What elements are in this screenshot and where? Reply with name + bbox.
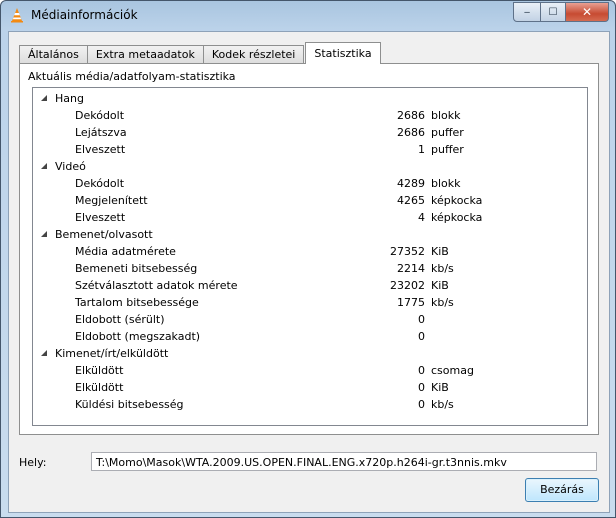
tree-group-label: Bemenet/olvasott: [55, 228, 153, 241]
tree-stat-row[interactable]: Dekódolt 2686 blokk: [33, 107, 587, 124]
stat-unit: blokk: [431, 109, 461, 122]
tree-group-row[interactable]: Hang: [33, 90, 587, 107]
close-window-button[interactable]: ✕: [566, 2, 609, 22]
stat-unit: képkocka: [431, 211, 483, 224]
title-bar[interactable]: Médiainformációk ‒ ☐ ✕: [1, 1, 615, 31]
stat-label: Szétválasztott adatok mérete: [75, 279, 238, 292]
stat-label: Dekódolt: [75, 109, 125, 122]
stat-label: Elküldött: [75, 381, 124, 394]
collapse-arrow-icon[interactable]: [41, 350, 47, 356]
stat-label: Dekódolt: [75, 177, 125, 190]
stat-value: 4: [418, 211, 425, 224]
maximize-button[interactable]: ☐: [541, 2, 566, 22]
media-info-window: Médiainformációk ‒ ☐ ✕ Általános Extra m…: [0, 0, 616, 518]
stat-value: 0: [418, 330, 425, 343]
stat-value: 1: [418, 143, 425, 156]
tree-group-row[interactable]: Videó: [33, 158, 587, 175]
stat-value: 2214: [397, 262, 425, 275]
tab-bar: Általános Extra metaadatok Kodek részlet…: [19, 42, 381, 64]
stat-label: Küldési bitsebesség: [75, 398, 184, 411]
close-icon: ✕: [581, 5, 593, 19]
stat-value: 0: [418, 381, 425, 394]
stat-unit: puffer: [431, 126, 464, 139]
statistics-heading: Aktuális média/adatfolyam-statisztika: [28, 70, 236, 83]
maximize-icon: ☐: [548, 6, 558, 18]
tree-stat-row[interactable]: Szétválasztott adatok mérete 23202 KiB: [33, 277, 587, 294]
tree-group-label: Hang: [55, 92, 84, 105]
stat-value: 23202: [390, 279, 425, 292]
vlc-cone-icon: [11, 8, 23, 23]
stat-unit: KiB: [431, 245, 449, 258]
tree-stat-row[interactable]: Média adatmérete 27352 KiB: [33, 243, 587, 260]
tree-group-label: Videó: [55, 160, 86, 173]
minimize-icon: ‒: [523, 6, 531, 18]
tab-general[interactable]: Általános: [19, 45, 88, 64]
tab-extra-metadata[interactable]: Extra metaadatok: [86, 45, 204, 64]
stat-value: 2686: [397, 126, 425, 139]
tree-stat-row[interactable]: Elveszett 1 puffer: [33, 141, 587, 158]
stat-value: 27352: [390, 245, 425, 258]
tree-group-label: Kimenet/írt/elküldött: [55, 347, 169, 360]
stat-label: Tartalom bitsebessége: [75, 296, 199, 309]
stat-label: Eldobott (megszakadt): [75, 330, 201, 343]
tree-stat-row[interactable]: Küldési bitsebesség 0 kb/s: [33, 396, 587, 413]
stat-unit: képkocka: [431, 194, 483, 207]
stat-unit: kb/s: [431, 398, 454, 411]
statistics-tree[interactable]: Hang Dekódolt 2686 blokk Lejátszva 2686 puffer…: [32, 87, 588, 426]
stat-value: 4265: [397, 194, 425, 207]
stat-unit: KiB: [431, 279, 449, 292]
tree-group-row[interactable]: Kimenet/írt/elküldött: [33, 345, 587, 362]
stat-unit: puffer: [431, 143, 464, 156]
tab-statistics[interactable]: Statisztika: [305, 42, 381, 64]
tree-stat-row[interactable]: Bemeneti bitsebesség 2214 kb/s: [33, 260, 587, 277]
stat-unit: KiB: [431, 381, 449, 394]
location-field[interactable]: T:\Momo\Masok\WTA.2009.US.OPEN.FINAL.ENG…: [91, 452, 597, 471]
stat-label: Eldobott (sérült): [75, 313, 165, 326]
stat-unit: kb/s: [431, 262, 454, 275]
window-title: Médiainformációk: [31, 8, 138, 22]
stat-value: 2686: [397, 109, 425, 122]
stat-label: Elveszett: [75, 143, 126, 156]
stat-label: Megjelenített: [75, 194, 148, 207]
tree-stat-row[interactable]: Elküldött 0 csomag: [33, 362, 587, 379]
stat-unit: kb/s: [431, 296, 454, 309]
tree-stat-row[interactable]: Megjelenített 4265 képkocka: [33, 192, 587, 209]
tree-stat-row[interactable]: Elveszett 4 képkocka: [33, 209, 587, 226]
stat-value: 0: [418, 398, 425, 411]
tree-group-row[interactable]: Bemenet/olvasott: [33, 226, 587, 243]
stat-label: Elküldött: [75, 364, 124, 377]
stat-value: 0: [418, 364, 425, 377]
collapse-arrow-icon[interactable]: [41, 95, 47, 101]
location-label: Hely:: [19, 456, 47, 469]
tree-stat-row[interactable]: Eldobott (sérült) 0: [33, 311, 587, 328]
tree-stat-row[interactable]: Eldobott (megszakadt) 0: [33, 328, 587, 345]
close-button[interactable]: Bezárás: [525, 478, 599, 502]
stat-label: Média adatmérete: [75, 245, 176, 258]
tree-stat-row[interactable]: Tartalom bitsebessége 1775 kb/s: [33, 294, 587, 311]
stat-value: 1775: [397, 296, 425, 309]
stat-value: 0: [418, 313, 425, 326]
minimize-button[interactable]: ‒: [513, 2, 541, 22]
tab-codec-details[interactable]: Kodek részletei: [202, 45, 305, 64]
tree-stat-row[interactable]: Lejátszva 2686 puffer: [33, 124, 587, 141]
tree-stat-row[interactable]: Dekódolt 4289 blokk: [33, 175, 587, 192]
tree-stat-row[interactable]: Elküldött 0 KiB: [33, 379, 587, 396]
stat-label: Lejátszva: [75, 126, 127, 139]
collapse-arrow-icon[interactable]: [41, 163, 47, 169]
stat-label: Bemeneti bitsebesség: [75, 262, 198, 275]
statistics-panel: Aktuális média/adatfolyam-statisztika Ha…: [19, 63, 599, 435]
collapse-arrow-icon[interactable]: [41, 231, 47, 237]
dialog-body: Általános Extra metaadatok Kodek részlet…: [8, 31, 610, 513]
stat-unit: csomag: [431, 364, 474, 377]
stat-value: 4289: [397, 177, 425, 190]
stat-label: Elveszett: [75, 211, 126, 224]
stat-unit: blokk: [431, 177, 461, 190]
